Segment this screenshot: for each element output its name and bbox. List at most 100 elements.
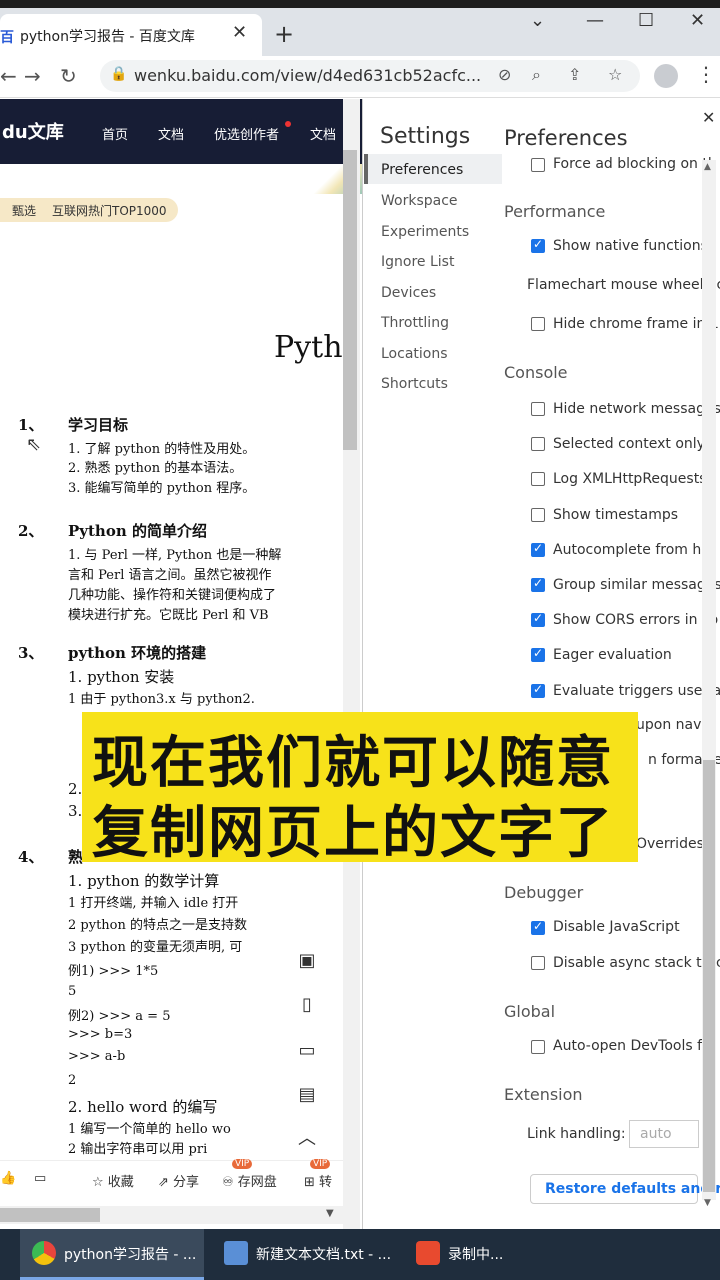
doc-line: 3 python 的变量无须声明, 可 [68,940,243,955]
doc-line: 例2) >>> a = 5 [68,1009,171,1024]
pill-top1000: 互联网热门TOP1000 [52,204,167,218]
mobile-icon[interactable]: ▯ [292,990,322,1020]
vip-badge: VIP [310,1159,331,1169]
doc-line: 言和 Perl 语言之间。虽然它被视作 [68,568,272,583]
clipboard-icon[interactable]: ▤ [292,1080,322,1110]
settings-nav-preferences[interactable]: Preferences [381,162,463,178]
console-option-checkbox[interactable] [531,611,545,628]
disable-javascript-checkbox[interactable] [531,919,545,935]
debugger-heading: Debugger [504,883,584,902]
taskbar-label: 录制中... [448,1247,504,1263]
nav-docs[interactable]: 文档 [158,124,184,143]
pill-selected: 甄选 [12,204,37,218]
favorite-button[interactable]: ☆ 收藏 [92,1171,134,1190]
console-option-checkbox[interactable] [531,682,545,698]
forward-icon[interactable]: → [24,64,41,88]
reload-icon[interactable]: ↻ [60,64,77,88]
profile-avatar[interactable] [654,64,678,88]
link-handling-select[interactable]: auto [629,1120,699,1148]
restore-defaults-button[interactable]: Restore defaults and rel [530,1174,720,1204]
new-tab-button[interactable]: + [274,20,294,48]
taskbar-recorder[interactable]: 录制中... [404,1229,524,1280]
briefcase-icon[interactable]: ▣ [292,946,322,976]
video-caption-overlay: 现在我们就可以随意 复制网页上的文字了 [82,712,638,866]
baidu-favicon-icon: 百 [0,30,14,46]
tab-title: python学习报告 - 百度文库 [20,29,195,45]
notepad-icon [224,1241,248,1265]
save-netdisk-button[interactable]: ♾ 存网盘 [222,1171,277,1190]
zoom-icon[interactable]: ⌕ [532,65,541,85]
doc-line: 2. 熟悉 python 的基本语法。 [68,461,243,476]
settings-nav-throttling[interactable]: Throttling [381,315,449,331]
scroll-up-arrow-icon[interactable]: ▲ [704,162,711,172]
console-option-checkbox[interactable] [531,646,545,663]
link-handling-label: Link handling: [527,1126,626,1142]
settings-nav-locations[interactable]: Locations [381,346,448,362]
doc-line: 1 由于 python3.x 与 python2. [68,692,255,707]
settings-nav-ignore-list[interactable]: Ignore List [381,254,454,270]
minimize-button[interactable]: — [586,10,604,31]
comment-icon[interactable]: ▭ [292,1036,322,1066]
settings-close-icon[interactable]: ✕ [702,108,715,127]
cookie-blocked-icon[interactable]: ⊘ [498,65,511,84]
settings-nav-shortcuts[interactable]: Shortcuts [381,376,448,392]
menu-kebab-icon[interactable]: ⋮ [696,62,716,86]
clipped-label: Overrides [636,836,704,852]
doc-line: 几种功能、操作符和关键词便构成了 [68,588,277,603]
doc-line: 3. [68,802,83,820]
maximize-button[interactable]: ☐ [638,10,654,31]
scroll-down-arrow-icon[interactable]: ▼ [704,1198,711,1208]
bookmark-star-icon[interactable]: ☆ [608,65,622,84]
preferences-title: Preferences [504,126,628,150]
console-heading: Console [504,363,568,382]
browser-tab[interactable]: 百 python学习报告 - 百度文库 ✕ [0,14,262,56]
nav-active-indicator [364,154,368,184]
horizontal-scrollbar-thumb[interactable] [0,1208,100,1222]
tab-search-chevron-icon[interactable]: ⌄ [530,10,545,31]
doc-line: 例1) >>> 1*5 [68,964,159,979]
address-bar[interactable]: 🔒 wenku.baidu.com/view/d4ed631cb52acfc..… [100,60,640,92]
console-option-checkbox[interactable] [531,402,545,416]
auto-open-devtools-checkbox[interactable] [531,1040,545,1054]
global-heading: Global [504,1002,556,1021]
console-option-checkbox[interactable] [531,437,545,452]
taskbar-chrome[interactable]: python学习报告 - ... [20,1229,204,1280]
disable-async-stack-label: Disable async stack trac [553,955,720,971]
console-option-checkbox[interactable] [531,576,545,592]
taskbar-notepad[interactable]: 新建文本文档.txt - ... [212,1229,396,1280]
share-icon[interactable]: ⇪ [568,65,581,84]
close-window-button[interactable]: ✕ [690,10,705,31]
flamechart-label: Flamechart mouse wheel ac [527,277,720,293]
share-button[interactable]: ⇗ 分享 [158,1171,199,1190]
back-icon[interactable]: ← [0,64,17,88]
tag-pill[interactable]: 甄选 互联网热门TOP1000 [0,198,178,222]
tab-close-icon[interactable]: ✕ [232,22,247,43]
console-option-checkbox[interactable] [531,507,545,522]
settings-scrollbar-thumb[interactable] [703,760,715,1192]
disable-async-stack-checkbox[interactable] [531,956,545,970]
show-native-functions-checkbox[interactable] [531,237,545,253]
console-option-checkbox[interactable] [531,541,545,557]
comment-icon[interactable]: ▭ [34,1171,46,1186]
nav-creators[interactable]: 优选创作者 [214,124,279,143]
force-ad-blocking-checkbox[interactable] [531,158,545,172]
wenku-logo[interactable]: du文库 [2,118,64,144]
show-native-functions-label: Show native functions i [553,238,717,254]
caption-line-2: 复制网页上的文字了 [92,801,614,866]
settings-nav-workspace[interactable]: Workspace [381,193,458,209]
scroll-top-icon[interactable]: ︿ [292,1124,322,1154]
doc-line: 1 打开终端, 并输入 idle 打开 [68,896,239,911]
console-option-checkbox[interactable] [531,472,545,487]
nav-home[interactable]: 首页 [102,124,128,143]
url-text[interactable]: wenku.baidu.com/view/d4ed631cb52acfc... [134,66,481,85]
page-scrollbar-thumb[interactable] [343,150,357,450]
hide-chrome-frame-checkbox[interactable] [531,317,545,331]
convert-button[interactable]: ⊞ 转 [304,1171,332,1190]
settings-nav-devices[interactable]: Devices [381,285,436,301]
like-icon[interactable]: 👍 [0,1171,16,1186]
lock-icon: 🔒 [110,66,128,82]
nav-docs-2[interactable]: 文档 [310,124,336,143]
link-handling-value: auto [640,1126,672,1142]
scroll-down-arrow-icon[interactable]: ▼ [326,1208,334,1219]
settings-nav-experiments[interactable]: Experiments [381,224,469,240]
